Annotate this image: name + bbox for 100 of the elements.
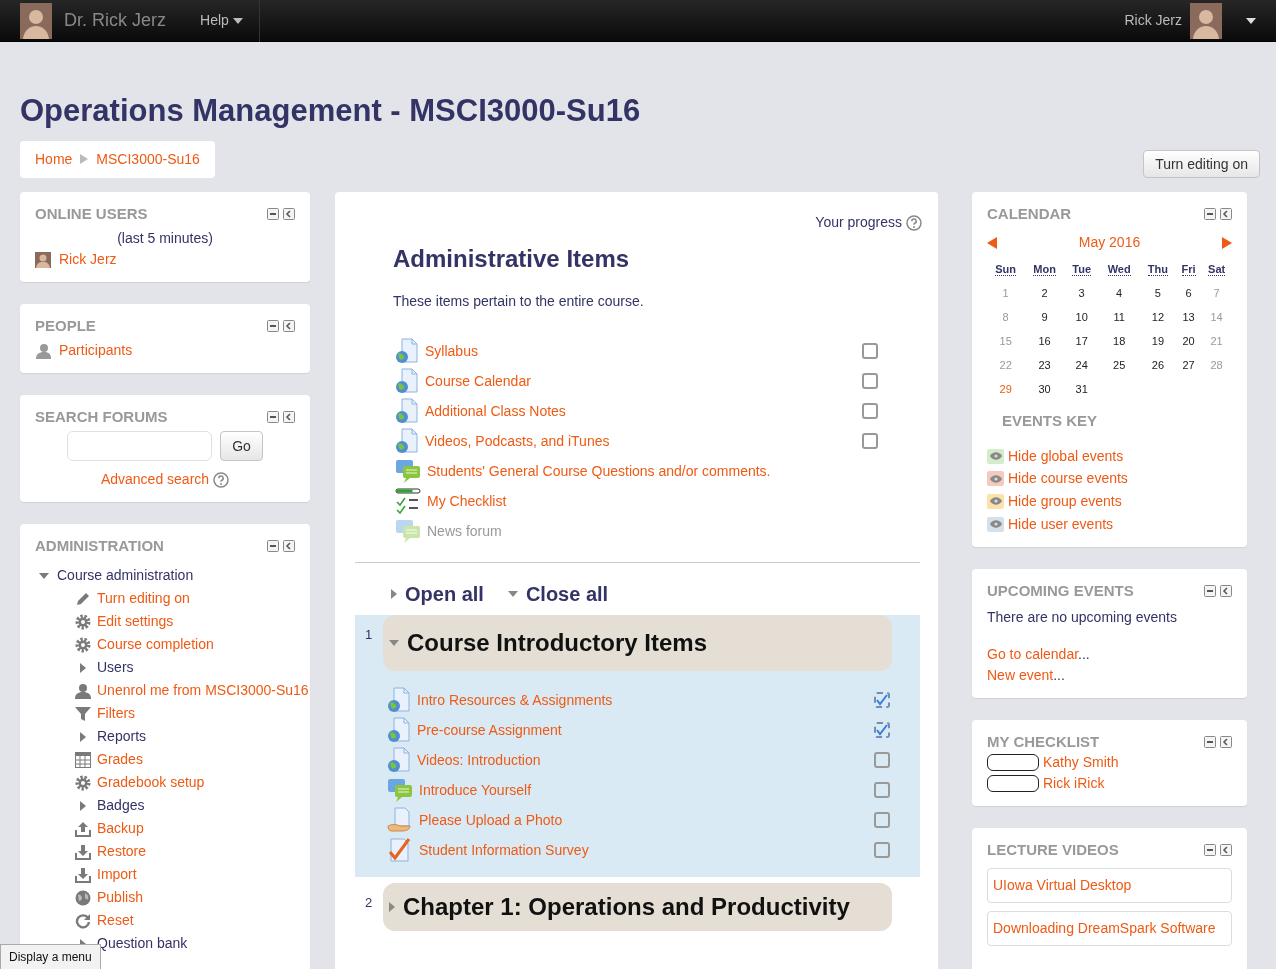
completion-checkbox[interactable] — [862, 373, 878, 389]
close-all-link[interactable]: Close all — [507, 579, 609, 609]
tree-node[interactable]: Users — [97, 657, 134, 678]
event-toggle-link[interactable]: Hide user events — [1008, 513, 1114, 535]
month-link[interactable]: May 2016 — [1078, 232, 1141, 253]
activity-link[interactable]: Student Information Survey — [419, 839, 589, 861]
activity-link[interactable]: Videos, Podcasts, and iTunes — [425, 430, 610, 452]
web-page-icon — [395, 368, 419, 394]
advanced-search-link[interactable]: Advanced search — [100, 469, 210, 490]
event-link[interactable]: New event — [987, 667, 1054, 684]
next-month-icon[interactable] — [1222, 236, 1232, 249]
admin-link[interactable]: Restore — [97, 841, 147, 862]
dock-icon[interactable] — [283, 208, 295, 220]
globe-icon — [75, 889, 91, 906]
activity-link[interactable]: Pre-course Assignment — [417, 719, 562, 741]
admin-link[interactable]: Edit settings — [97, 611, 174, 632]
dock-icon[interactable] — [1220, 208, 1232, 220]
event-link[interactable]: Go to calendar — [987, 646, 1079, 663]
collapse-icon[interactable] — [267, 411, 279, 423]
activity-link[interactable]: Introduce Yourself — [419, 779, 532, 801]
admin-link[interactable]: Filters — [97, 703, 136, 724]
admin-link[interactable]: Unenrol me from MSCI3000-Su16 — [97, 680, 309, 701]
collapse-icon[interactable] — [1204, 208, 1216, 220]
weekday-label: Fri — [1181, 262, 1196, 276]
collapse-icon[interactable] — [1204, 844, 1216, 857]
breadcrumb-link[interactable]: MSCI3000-Su16 — [96, 148, 200, 170]
admin-link[interactable]: Course completion — [97, 634, 214, 655]
user-link[interactable]: Rick Jerz — [59, 249, 117, 270]
collapse-icon[interactable] — [267, 208, 279, 220]
caret-icon — [232, 17, 243, 24]
time-range-text: (last 5 minutes) — [117, 230, 213, 246]
completion-checkbox[interactable] — [862, 343, 878, 359]
admin-link[interactable]: Publish — [97, 887, 143, 908]
activity-link[interactable]: Intro Resources & Assignments — [417, 689, 613, 711]
activity-link[interactable]: My Checklist — [427, 490, 507, 512]
calendar-day: 22 — [999, 358, 1012, 371]
completion-checkbox[interactable] — [874, 842, 890, 858]
section-header[interactable]: Course Introductory Items — [383, 615, 892, 671]
completion-checkbox[interactable] — [874, 812, 890, 828]
page-title: Operations Management - MSCI3000-Su16 — [20, 92, 642, 130]
activity-link[interactable]: Additional Class Notes — [425, 400, 566, 422]
user-name[interactable]: Rick Jerz — [1124, 10, 1182, 31]
admin-link[interactable]: Turn editing on — [97, 588, 190, 609]
activity-link[interactable]: Syllabus — [425, 340, 478, 362]
completion-checkbox[interactable] — [874, 722, 890, 738]
web-page-icon — [387, 717, 411, 743]
completion-checkbox[interactable] — [862, 433, 878, 449]
admin-link[interactable]: Grades — [97, 749, 143, 770]
ellipsis-text: ... — [1078, 646, 1090, 663]
tree-node[interactable]: Badges — [97, 795, 145, 816]
activity-link[interactable]: News forum — [427, 520, 502, 542]
collapse-icon[interactable] — [267, 320, 279, 332]
event-toggle-link[interactable]: Hide group events — [1008, 491, 1122, 512]
completion-checkbox[interactable] — [874, 782, 890, 798]
activity-link[interactable]: Students' General Course Questions and/or comments. — [427, 460, 771, 482]
help-menu[interactable]: Help — [182, 0, 260, 42]
collapse-icon[interactable] — [1204, 736, 1216, 749]
student-link[interactable]: Rick iRick — [1043, 773, 1105, 795]
event-toggle-link[interactable]: Hide course events — [1008, 468, 1128, 490]
calendar-day: 11 — [1113, 310, 1125, 323]
collapse-icon[interactable] — [1204, 585, 1216, 598]
participants-link[interactable]: Participants — [59, 340, 133, 361]
student-link[interactable]: Kathy Smith — [1043, 752, 1119, 774]
completion-checkbox[interactable] — [874, 752, 890, 768]
separator-icon — [80, 154, 89, 164]
turn-editing-on-button[interactable]: Turn editing on — [1143, 150, 1260, 178]
collapse-icon[interactable] — [267, 540, 279, 552]
previous-month-icon[interactable] — [987, 236, 997, 249]
completion-checkbox[interactable] — [874, 692, 890, 708]
download-icon — [75, 866, 91, 883]
completion-checkbox[interactable] — [862, 403, 878, 419]
event-toggle-link[interactable]: Hide global events — [1008, 445, 1124, 467]
dock-icon[interactable] — [1220, 736, 1232, 749]
search-field[interactable] — [67, 431, 213, 461]
breadcrumb-link[interactable]: Home — [35, 148, 73, 170]
activity-link[interactable]: Course Calendar — [425, 370, 531, 392]
tooltip: Display a menu — [0, 944, 101, 969]
dock-icon[interactable] — [283, 320, 295, 332]
upload-icon — [75, 820, 91, 837]
admin-link[interactable]: Reset — [97, 910, 134, 931]
activity-link[interactable]: Please Upload a Photo — [419, 809, 563, 831]
admin-link[interactable]: Backup — [97, 818, 144, 839]
block-title: SEARCH FORUMS — [35, 407, 168, 427]
tree-node[interactable]: Course administration — [57, 565, 194, 586]
section-header[interactable]: Chapter 1: Operations and Productivity — [383, 883, 892, 931]
admin-link[interactable]: Gradebook setup — [97, 772, 205, 793]
site-name[interactable]: Dr. Rick Jerz — [64, 7, 166, 34]
progress-label: Your progress — [815, 213, 902, 232]
dock-icon[interactable] — [283, 540, 295, 552]
settings-icon — [75, 774, 91, 791]
dock-icon[interactable] — [1220, 585, 1232, 598]
open-all-link[interactable]: Open all — [391, 579, 484, 609]
video-link[interactable]: UIowa Virtual Desktop — [987, 868, 1232, 904]
dock-icon[interactable] — [1220, 844, 1232, 857]
admin-link[interactable]: Import — [97, 864, 137, 885]
activity-link[interactable]: Videos: Introduction — [417, 749, 541, 771]
video-link[interactable]: Downloading DreamSpark Software — [987, 911, 1232, 947]
go-button[interactable]: Go — [220, 431, 263, 461]
dock-icon[interactable] — [283, 411, 295, 423]
tree-node[interactable]: Reports — [97, 726, 147, 747]
